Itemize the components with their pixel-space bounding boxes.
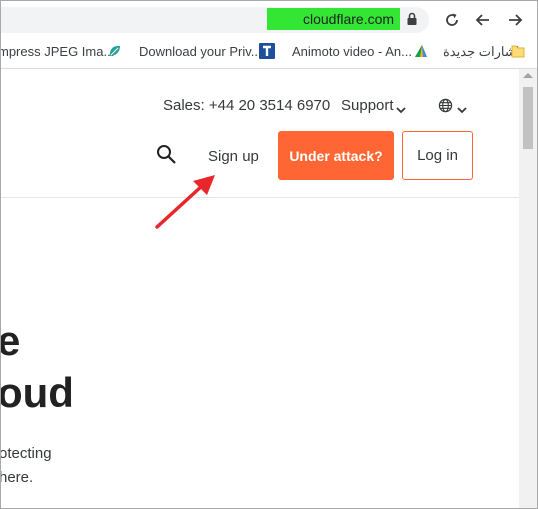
bookmark-download-privacy[interactable]: Download your Priv... [139, 44, 262, 59]
bookmarks-bar: mpress JPEG Ima... Download your Priv...… [1, 38, 537, 69]
reload-icon[interactable] [442, 10, 462, 30]
hero-title-line-2: oud [0, 369, 74, 416]
header-divider [1, 197, 519, 198]
toolbar: cloudflare.com [1, 1, 537, 38]
bookmark-compress-jpeg[interactable]: mpress JPEG Ima... [1, 44, 114, 59]
log-in-button[interactable]: Log in [402, 131, 473, 180]
chevron-down-icon[interactable] [396, 101, 406, 119]
vertical-scrollbar[interactable] [519, 69, 537, 508]
search-icon[interactable] [155, 143, 177, 170]
folder-icon[interactable] [510, 43, 526, 59]
globe-icon[interactable] [438, 98, 453, 118]
gradient-triangle-icon[interactable] [413, 43, 429, 59]
chevron-down-icon[interactable] [457, 101, 467, 119]
web-page: Sales: +44 20 3514 6970 Support Sign up … [1, 69, 519, 508]
hero-title-line-1: e [1, 317, 20, 365]
support-menu[interactable]: Support [341, 97, 394, 114]
hero-paragraph-line-1: otecting [0, 445, 52, 462]
back-arrow-icon[interactable] [473, 10, 493, 30]
sales-phone-link[interactable]: Sales: +44 20 3514 6970 [163, 97, 330, 114]
bookmark-arabic[interactable]: اشارات جديدة [443, 44, 519, 60]
red-arrow-icon [151, 171, 221, 238]
bookmark-animoto[interactable]: Animoto video - An... [292, 44, 412, 59]
browser-window: cloudflare.com mpress JPEG Ima... Downlo… [0, 0, 538, 509]
scroll-thumb[interactable] [523, 87, 533, 149]
under-attack-button[interactable]: Under attack? [278, 131, 394, 180]
forward-arrow-icon[interactable] [505, 10, 525, 30]
lock-icon[interactable] [406, 12, 418, 26]
sign-up-link[interactable]: Sign up [208, 148, 259, 165]
leaf-icon[interactable] [107, 43, 123, 59]
scroll-up-arrow-icon[interactable] [523, 73, 533, 78]
hero-paragraph-line-2: here. [0, 469, 34, 486]
url-text[interactable]: cloudflare.com [303, 11, 394, 27]
t-square-icon[interactable] [259, 43, 275, 59]
